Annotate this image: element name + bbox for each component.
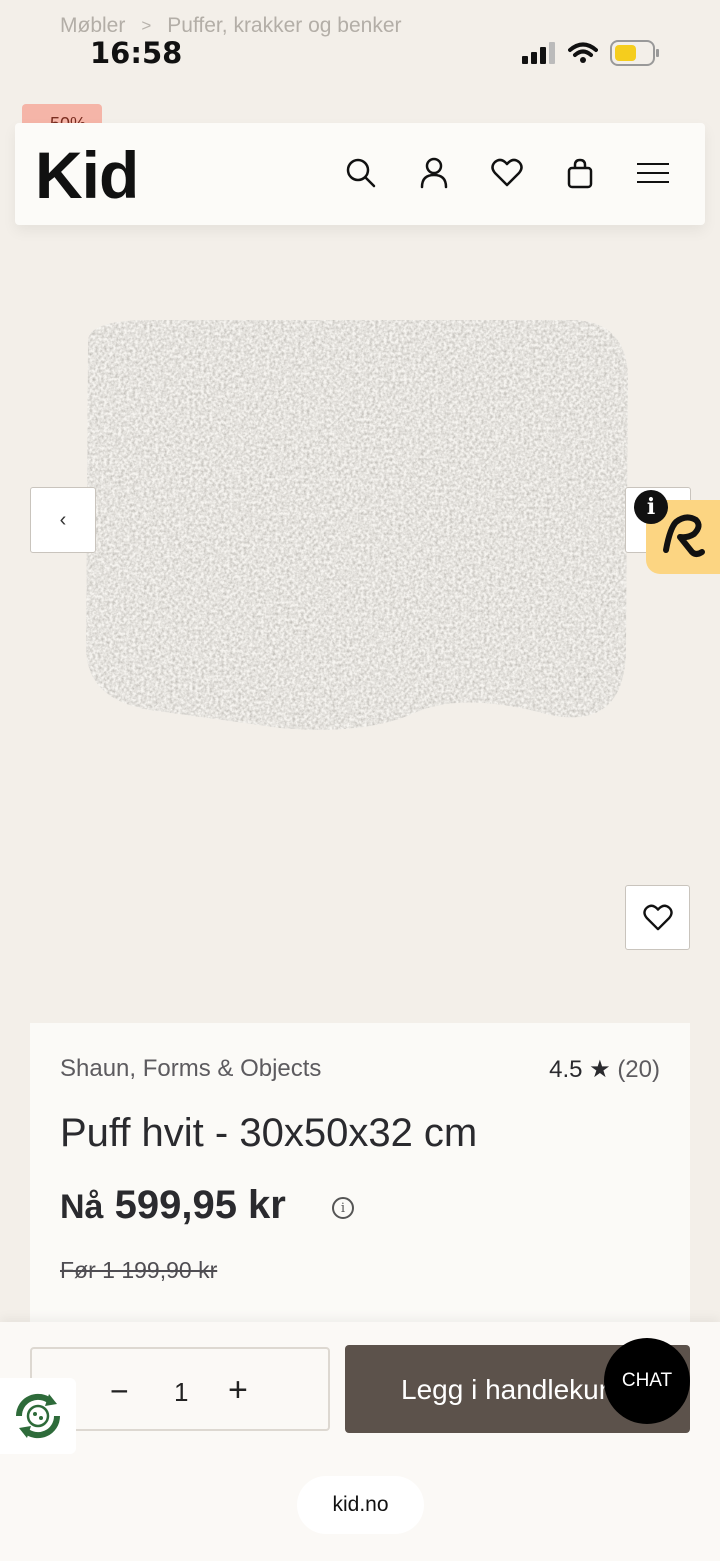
status-icons: [522, 40, 660, 66]
price-prefix: Nå: [60, 1188, 104, 1226]
status-time: 16:58: [90, 36, 183, 70]
wishlist-icon[interactable]: [487, 153, 527, 193]
gallery-prev-button[interactable]: ‹: [30, 487, 96, 553]
price-before: Før 1 199,90 kr: [60, 1257, 218, 1283]
battery-icon: [610, 40, 659, 66]
quantity-decrease-button[interactable]: −: [110, 1373, 129, 1410]
quantity-value[interactable]: 1: [174, 1377, 188, 1408]
product-title: Puff hvit - 30x50x32 cm: [60, 1111, 478, 1155]
add-to-wishlist-button[interactable]: [625, 885, 690, 950]
account-icon[interactable]: [414, 153, 454, 193]
rating-count: (20): [617, 1056, 660, 1083]
status-bar: 16:58: [0, 0, 720, 70]
site-header: Kid: [15, 123, 705, 225]
chevron-left-icon: ‹: [59, 508, 67, 531]
product-image: [86, 320, 628, 730]
price-info-icon[interactable]: i: [332, 1197, 354, 1219]
price-value: 599,95 kr: [114, 1183, 286, 1227]
product-info-card: Shaun, Forms & Objects 4.5 ★ (20) Puff h…: [30, 1023, 690, 1323]
url-pill[interactable]: kid.no: [297, 1476, 424, 1534]
bag-icon[interactable]: [560, 153, 600, 193]
product-rating[interactable]: 4.5 ★ (20): [549, 1055, 660, 1084]
rating-value: 4.5 ★: [549, 1056, 611, 1083]
product-brand[interactable]: Shaun, Forms & Objects: [60, 1055, 321, 1083]
wifi-icon: [568, 42, 598, 63]
menu-icon[interactable]: [633, 153, 673, 193]
info-icon[interactable]: i: [634, 490, 668, 524]
search-icon[interactable]: [341, 153, 381, 193]
kid-logo[interactable]: Kid: [35, 137, 139, 213]
cellular-signal-icon: [522, 42, 555, 64]
eco-badge-button[interactable]: [0, 1378, 76, 1454]
price-now: Nå 599,95 kr: [60, 1183, 286, 1228]
quantity-increase-button[interactable]: +: [228, 1371, 248, 1410]
heart-icon: [642, 904, 673, 930]
chat-button[interactable]: CHAT: [604, 1338, 690, 1424]
recycle-icon: [15, 1393, 61, 1439]
